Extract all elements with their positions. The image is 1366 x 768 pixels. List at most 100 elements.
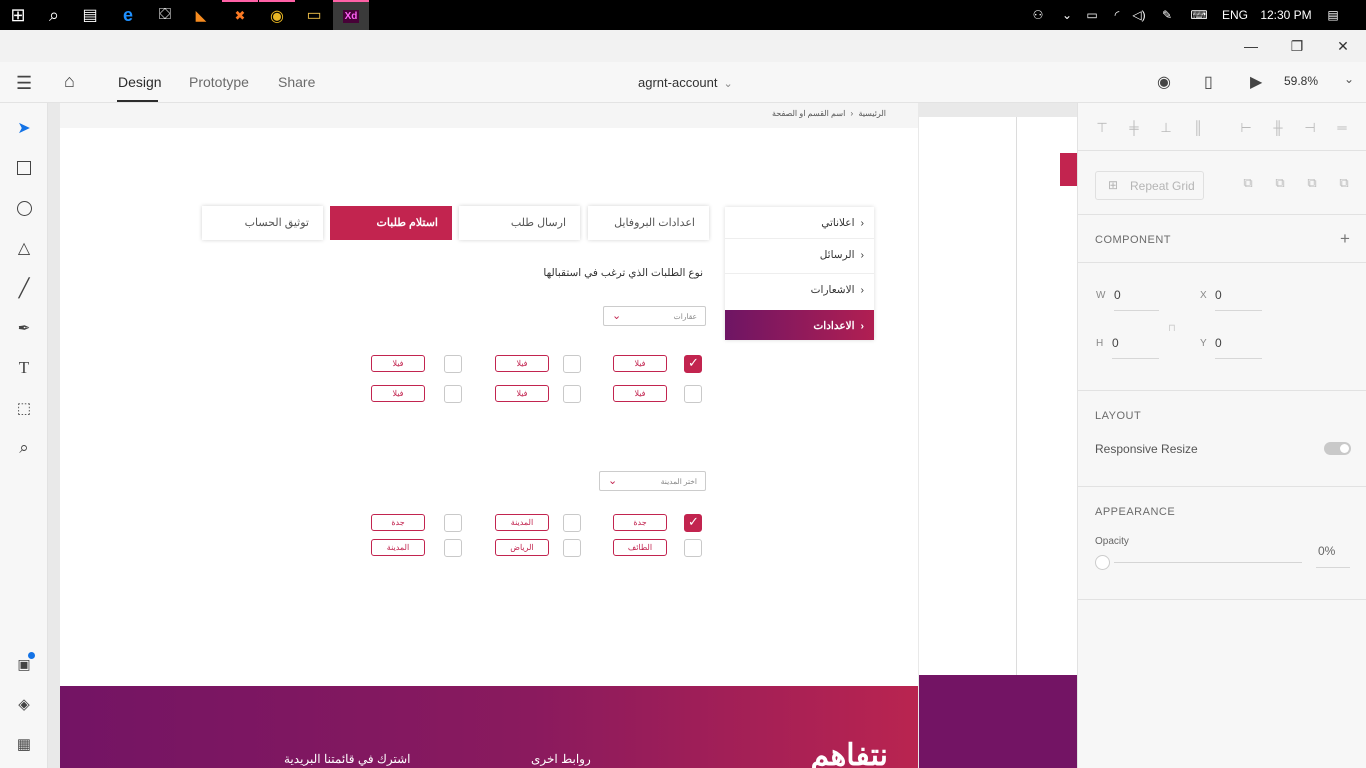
document-title[interactable]: agrnt-account ⌄: [638, 75, 733, 90]
menu-item-notifications[interactable]: الاشعارات ›: [725, 273, 874, 303]
property-type-checkbox-2[interactable]: [563, 355, 581, 373]
city-checkbox-3[interactable]: [444, 514, 462, 532]
x-field[interactable]: 0: [1215, 288, 1222, 302]
rectangle-tool-icon[interactable]: [12, 156, 36, 180]
repeat-grid-button[interactable]: ⊞ Repeat Grid: [1095, 171, 1204, 200]
tab-design[interactable]: Design: [118, 74, 162, 90]
width-field[interactable]: 0: [1114, 288, 1121, 302]
boolean-subtract-icon[interactable]: ⧉: [1272, 175, 1288, 191]
xampp-icon[interactable]: ✖: [222, 0, 258, 30]
line-tool-icon[interactable]: ╱: [12, 276, 36, 300]
file-explorer-icon[interactable]: ▭: [296, 0, 332, 30]
add-component-icon[interactable]: +: [1340, 229, 1350, 249]
zoom-chevron-icon[interactable]: ⌄: [1344, 72, 1354, 86]
opacity-slider-handle[interactable]: [1095, 555, 1110, 570]
tab-receive-requests[interactable]: استلام طلبات: [330, 206, 452, 240]
menu-item-my-ads[interactable]: اعلاناتي ›: [725, 207, 874, 237]
responsive-resize-toggle[interactable]: [1324, 442, 1351, 455]
clock[interactable]: 12:30 PM: [1255, 0, 1317, 30]
lock-aspect-icon[interactable]: ⊓: [1168, 323, 1176, 334]
property-type-chip-6[interactable]: فيلا: [371, 385, 425, 402]
city-checkbox-1[interactable]: ✓: [684, 514, 702, 532]
task-view-icon[interactable]: ▤: [72, 0, 108, 30]
home-icon[interactable]: ⌂: [64, 71, 75, 92]
city-checkbox-5[interactable]: [563, 539, 581, 557]
zoom-tool-icon[interactable]: ⌕: [12, 436, 36, 460]
opacity-value[interactable]: 0%: [1318, 544, 1335, 558]
city-checkbox-4[interactable]: [684, 539, 702, 557]
breadcrumb-home[interactable]: الرئيسية: [858, 109, 886, 118]
city-chip-5[interactable]: الرياض: [495, 539, 549, 556]
select-tool-icon[interactable]: ➤: [12, 116, 36, 140]
close-button[interactable]: ✕: [1320, 30, 1366, 62]
property-type-chip-3[interactable]: فيلا: [371, 355, 425, 372]
notifications-icon[interactable]: ▤: [1322, 0, 1344, 30]
ellipse-tool-icon[interactable]: [12, 196, 36, 220]
plugins-icon[interactable]: ▦: [12, 732, 36, 756]
align-left-icon[interactable]: ⊢: [1238, 120, 1254, 136]
adjacent-artboard[interactable]: [919, 117, 1077, 768]
city-chip-6[interactable]: المدينة: [371, 539, 425, 556]
pen-icon[interactable]: ✎: [1157, 0, 1177, 30]
start-icon[interactable]: ⊞: [0, 0, 36, 30]
chrome-icon[interactable]: ◉: [259, 0, 295, 30]
menu-item-settings[interactable]: الاعدادات ›: [725, 310, 874, 340]
adobe-xd-icon[interactable]: Xd: [333, 0, 369, 30]
menu-item-messages[interactable]: الرسائل ›: [725, 238, 874, 268]
volume-icon[interactable]: ◁): [1130, 0, 1148, 30]
opacity-slider-track[interactable]: [1114, 562, 1302, 563]
y-field[interactable]: 0: [1215, 336, 1222, 350]
city-checkbox-2[interactable]: [563, 514, 581, 532]
property-type-checkbox-1[interactable]: ✓: [684, 355, 702, 373]
boolean-exclude-icon[interactable]: ⧉: [1336, 175, 1352, 191]
search-icon[interactable]: ⌕: [36, 0, 72, 30]
hamburger-menu-icon[interactable]: ☰: [16, 73, 32, 94]
assets-icon[interactable]: ▣: [12, 652, 36, 676]
city-chip-4[interactable]: الطائف: [613, 539, 667, 556]
boolean-add-icon[interactable]: ⧉: [1240, 175, 1256, 191]
maximize-button[interactable]: ❐: [1274, 30, 1320, 62]
property-type-chip-1[interactable]: فيلا: [613, 355, 667, 372]
city-chip-2[interactable]: المدينة: [495, 514, 549, 531]
battery-icon[interactable]: ▭: [1083, 0, 1101, 30]
design-canvas[interactable]: الرئيسية ‹ اسم القسم او الصفحة اعدادات ا…: [48, 103, 1077, 768]
tab-prototype[interactable]: Prototype: [189, 74, 249, 90]
edge-icon[interactable]: e: [110, 0, 146, 30]
artboard-tool-icon[interactable]: ⬚: [12, 396, 36, 420]
user-icon[interactable]: ◉: [1157, 72, 1171, 92]
chevron-up-icon[interactable]: ⌄: [1058, 0, 1076, 30]
people-icon[interactable]: ⚇: [1028, 0, 1048, 30]
text-tool-icon[interactable]: T: [12, 356, 36, 380]
vlc-icon[interactable]: ◣: [183, 0, 219, 30]
tab-share[interactable]: Share: [278, 74, 315, 90]
keyboard-icon[interactable]: ⌨: [1186, 0, 1212, 30]
distribute-horizontal-icon[interactable]: ═: [1334, 120, 1350, 136]
tab-verify-account[interactable]: توثيق الحساب: [202, 206, 323, 240]
property-type-chip-2[interactable]: فيلا: [495, 355, 549, 372]
property-type-dropdown[interactable]: عقارات ⌄: [603, 306, 706, 326]
layers-icon[interactable]: ◈: [12, 692, 36, 716]
align-bottom-icon[interactable]: ⊥: [1158, 120, 1174, 136]
property-type-checkbox-3[interactable]: [444, 355, 462, 373]
height-field[interactable]: 0: [1112, 336, 1119, 350]
play-icon[interactable]: ▶: [1250, 72, 1262, 92]
boolean-intersect-icon[interactable]: ⧉: [1304, 175, 1320, 191]
align-middle-icon[interactable]: ╪: [1126, 120, 1142, 136]
store-icon[interactable]: ⛋: [147, 0, 183, 30]
tab-profile-settings[interactable]: اعدادات البروفايل: [588, 206, 709, 240]
language-indicator[interactable]: ENG: [1220, 0, 1250, 30]
tab-send-request[interactable]: ارسال طلب: [459, 206, 580, 240]
property-type-checkbox-5[interactable]: [563, 385, 581, 403]
city-chip-1[interactable]: جدة: [613, 514, 667, 531]
city-dropdown[interactable]: اختر المدينة ⌄: [599, 471, 706, 491]
city-chip-3[interactable]: جدة: [371, 514, 425, 531]
property-type-checkbox-4[interactable]: [684, 385, 702, 403]
property-type-chip-5[interactable]: فيلا: [495, 385, 549, 402]
property-type-chip-4[interactable]: فيلا: [613, 385, 667, 402]
zoom-level[interactable]: 59.8%: [1284, 74, 1318, 88]
wifi-icon[interactable]: ◜: [1108, 0, 1126, 30]
pen-tool-icon[interactable]: ✒: [12, 316, 36, 340]
align-center-icon[interactable]: ╫: [1270, 120, 1286, 136]
city-checkbox-6[interactable]: [444, 539, 462, 557]
artboard[interactable]: الرئيسية ‹ اسم القسم او الصفحة اعدادات ا…: [60, 103, 918, 768]
